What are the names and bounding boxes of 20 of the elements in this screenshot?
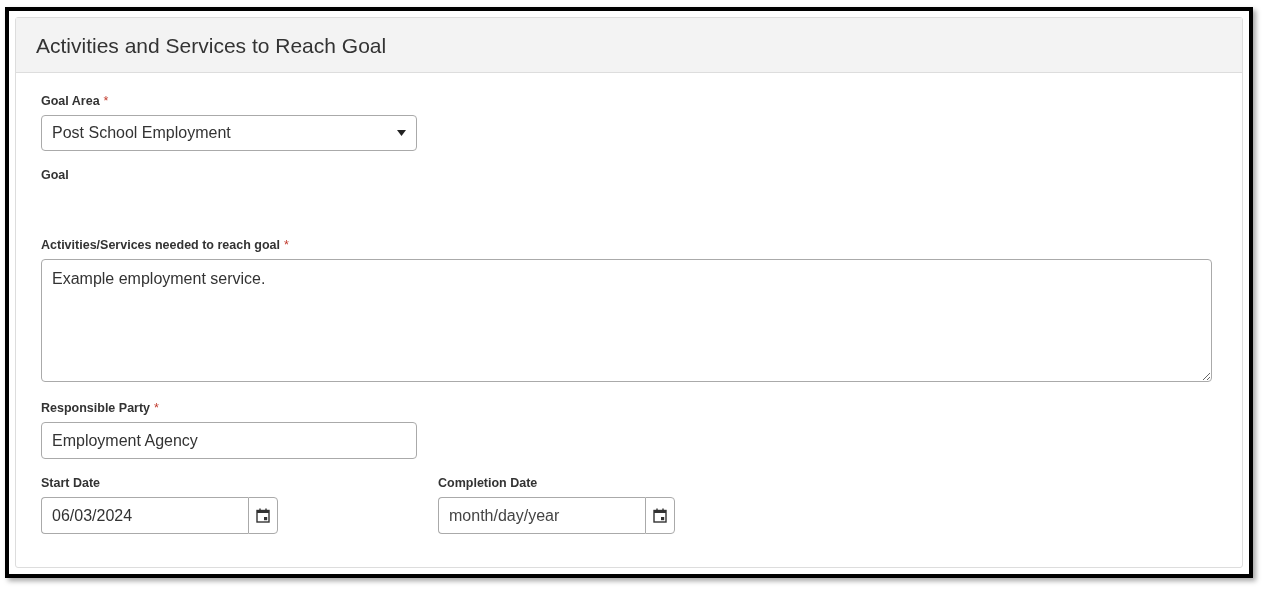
calendar-icon bbox=[653, 508, 667, 523]
text-area[interactable]: Example employment service. bbox=[41, 259, 1212, 382]
caret-icon bbox=[397, 130, 406, 136]
required-marker: * bbox=[154, 401, 159, 415]
field-label: Start Date bbox=[41, 476, 101, 490]
date-field[interactable]: month/day/year bbox=[438, 497, 645, 534]
field-label: Goal Area bbox=[41, 94, 100, 108]
field-label: Goal bbox=[41, 168, 69, 182]
dropdown[interactable]: Post School Employment bbox=[41, 115, 417, 151]
calendar-icon bbox=[256, 508, 270, 523]
field-label: Responsible Party bbox=[41, 401, 151, 415]
required-marker: * bbox=[103, 94, 109, 108]
required-marker: * bbox=[284, 238, 289, 252]
calendar-button[interactable] bbox=[248, 497, 278, 534]
field-label: Completion Date bbox=[438, 476, 538, 490]
field-label: Activities/Services needed to reach goal bbox=[41, 238, 280, 252]
date-field[interactable]: 06/03/2024 bbox=[41, 497, 248, 534]
input-field[interactable]: Employment Agency bbox=[41, 422, 417, 459]
panel-title: Activities and Services to Reach Goal bbox=[36, 34, 387, 57]
calendar-button[interactable] bbox=[645, 497, 675, 534]
